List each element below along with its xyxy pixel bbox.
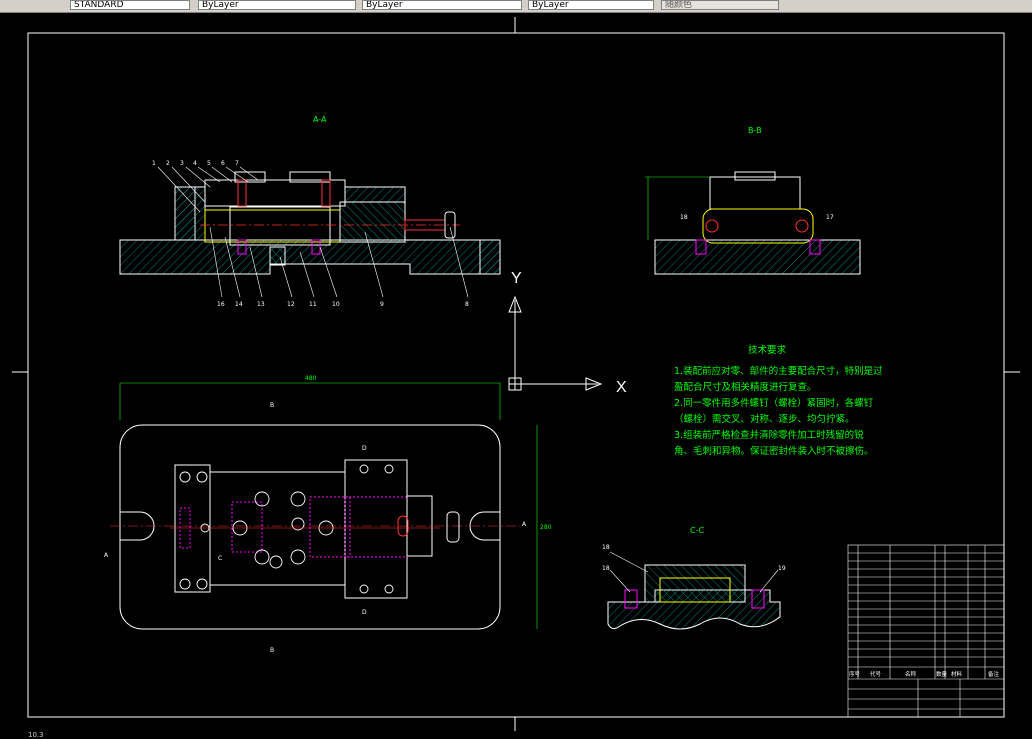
svg-text:1.装配前应对零、部件的主要配合尺寸，特别是过: 1.装配前应对零、部件的主要配合尺寸，特别是过 <box>674 365 883 377</box>
svg-text:13: 13 <box>257 301 265 308</box>
svg-text:2.同一零件用多件螺钉（螺栓）紧固时，各螺钉: 2.同一零件用多件螺钉（螺栓）紧固时，各螺钉 <box>674 397 874 409</box>
svg-text:2: 2 <box>166 160 170 167</box>
svg-text:数量: 数量 <box>936 670 948 678</box>
section-view-cc: C-C 18 18 19 <box>602 526 786 630</box>
svg-text:4: 4 <box>193 160 197 167</box>
svg-text:3: 3 <box>180 160 184 167</box>
ucs-y-label: Y <box>511 270 522 287</box>
svg-text:14: 14 <box>235 301 243 308</box>
coords-readout: 10.3 <box>28 731 44 739</box>
svg-text:18: 18 <box>680 214 688 221</box>
color-combo[interactable]: ByLayer <box>198 0 356 10</box>
svg-text:17: 17 <box>826 214 834 221</box>
svg-text:9: 9 <box>380 301 384 308</box>
dim-width: 480 <box>305 375 317 382</box>
svg-text:A: A <box>104 552 109 559</box>
svg-text:19: 19 <box>778 565 786 572</box>
svg-text:18: 18 <box>602 544 610 551</box>
svg-text:5: 5 <box>207 160 211 167</box>
svg-text:C: C <box>218 555 222 562</box>
svg-text:7: 7 <box>235 160 239 167</box>
svg-text:3.组装前严格检查并清除零件加工时残留的锐: 3.组装前严格检查并清除零件加工时残留的锐 <box>674 429 864 441</box>
svg-text:盈配合尺寸及相关精度进行复查。: 盈配合尺寸及相关精度进行复查。 <box>674 381 817 393</box>
svg-text:名称: 名称 <box>905 670 917 678</box>
drawing-canvas[interactable]: A-A 1 2 3 4 5 6 7 16 14 13 12 11 10 9 8 … <box>0 12 1032 739</box>
svg-text:备注: 备注 <box>988 670 1000 678</box>
section-view-bb: B-B 18 17 <box>645 126 861 275</box>
svg-text:A: A <box>522 521 527 528</box>
technical-requirements: 技术要求 1.装配前应对零、部件的主要配合尺寸，特别是过 盈配合尺寸及相关精度进… <box>674 344 883 457</box>
svg-text:16: 16 <box>217 301 225 308</box>
svg-text:11: 11 <box>309 301 317 308</box>
view-aa-title: A-A <box>313 115 327 124</box>
linetype-combo[interactable]: ByLayer <box>362 0 522 10</box>
aa-callouts-top: 1 2 3 4 5 6 7 <box>152 160 239 167</box>
plotstyle-combo[interactable]: 随颜色 <box>661 0 779 10</box>
view-cc-title: C-C <box>690 526 704 535</box>
ucs-x-label: X <box>616 379 627 396</box>
svg-text:6: 6 <box>221 160 225 167</box>
svg-text:18: 18 <box>602 565 610 572</box>
textstyle-combo[interactable]: STANDARD <box>70 0 190 10</box>
svg-text:10: 10 <box>332 301 340 308</box>
svg-text:序号: 序号 <box>849 670 861 678</box>
svg-text:B: B <box>270 402 274 409</box>
svg-text:1: 1 <box>152 160 156 167</box>
svg-text:D: D <box>362 445 367 452</box>
view-bb-title: B-B <box>748 126 762 135</box>
svg-text:材料: 材料 <box>951 670 963 678</box>
plan-view: 480 280 A A B B C D D <box>104 375 552 654</box>
svg-text:代号: 代号 <box>870 670 882 678</box>
tech-title: 技术要求 <box>748 344 787 356</box>
svg-text:B: B <box>270 647 274 654</box>
svg-text:角、毛刺和异物。保证密封件装入时不被擦伤。: 角、毛刺和异物。保证密封件装入时不被擦伤。 <box>674 445 874 457</box>
lineweight-combo[interactable]: ByLayer <box>528 0 654 10</box>
svg-text:8: 8 <box>465 301 469 308</box>
command-status: 10.3 <box>0 731 1032 739</box>
svg-text:（螺栓）需交叉、对称、逐步、均匀拧紧。: （螺栓）需交叉、对称、逐步、均匀拧紧。 <box>674 413 855 425</box>
title-block <box>847 544 1005 718</box>
title-block-headers: 序号 代号 名称 数量 材料 备注 <box>849 670 1000 678</box>
svg-text:12: 12 <box>287 301 295 308</box>
aa-callouts-bottom: 16 14 13 12 11 10 9 8 <box>217 301 469 308</box>
dim-height: 280 <box>540 524 552 531</box>
section-view-aa: A-A 1 2 3 4 5 6 7 16 14 13 12 11 10 9 8 <box>119 115 501 308</box>
svg-text:D: D <box>362 609 367 616</box>
ucs-icon <box>508 295 603 391</box>
